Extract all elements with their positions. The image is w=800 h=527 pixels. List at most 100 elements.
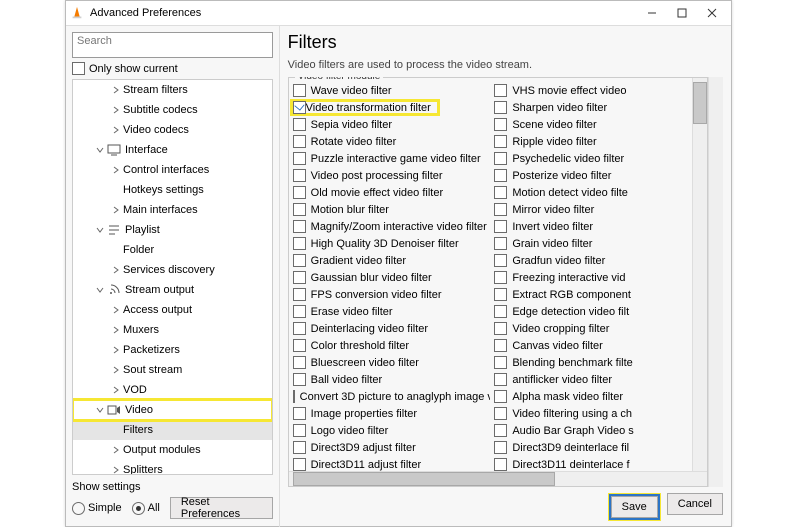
- tree-node[interactable]: Folder: [73, 240, 272, 260]
- filter-checkbox-row[interactable]: Motion blur filter: [293, 201, 491, 218]
- filter-checkbox-row[interactable]: Logo video filter: [293, 422, 491, 439]
- filter-checkbox-row[interactable]: Sepia video filter: [293, 116, 491, 133]
- only-show-current-checkbox[interactable]: [72, 62, 85, 75]
- expand-icon[interactable]: [109, 326, 123, 334]
- tree-node[interactable]: Sout stream: [73, 360, 272, 380]
- tree-node[interactable]: Video codecs: [73, 120, 272, 140]
- checkbox-icon[interactable]: [494, 186, 507, 199]
- checkbox-icon[interactable]: [293, 237, 306, 250]
- checkbox-icon[interactable]: [494, 220, 507, 233]
- expand-icon[interactable]: [109, 346, 123, 354]
- checkbox-icon[interactable]: [494, 237, 507, 250]
- filter-checkbox-row[interactable]: antiflicker video filter: [494, 371, 692, 388]
- checkbox-icon[interactable]: [494, 373, 507, 386]
- checkbox-icon[interactable]: [293, 84, 306, 97]
- expand-icon[interactable]: [93, 286, 107, 294]
- expand-icon[interactable]: [93, 406, 107, 414]
- tree-node[interactable]: Playlist: [73, 220, 272, 240]
- filter-checkbox-row[interactable]: Canvas video filter: [494, 337, 692, 354]
- tree-node[interactable]: Access output: [73, 300, 272, 320]
- vertical-scrollbar[interactable]: [692, 78, 707, 471]
- expand-icon[interactable]: [109, 306, 123, 314]
- expand-icon[interactable]: [93, 226, 107, 234]
- tree-node[interactable]: Output modules: [73, 440, 272, 460]
- checkbox-icon[interactable]: [293, 203, 306, 216]
- checkbox-icon[interactable]: [494, 339, 507, 352]
- filter-checkbox-row[interactable]: VHS movie effect video: [494, 82, 692, 99]
- checkbox-icon[interactable]: [494, 322, 507, 335]
- radio-simple[interactable]: Simple: [72, 502, 122, 515]
- filter-checkbox-row[interactable]: Rotate video filter: [293, 133, 491, 150]
- checkbox-icon[interactable]: [494, 390, 507, 403]
- tree-node[interactable]: Control interfaces: [73, 160, 272, 180]
- filter-checkbox-row[interactable]: Magnify/Zoom interactive video filter: [293, 218, 491, 235]
- filter-checkbox-row[interactable]: Ripple video filter: [494, 133, 692, 150]
- close-button[interactable]: [697, 3, 727, 23]
- filter-checkbox-row[interactable]: Puzzle interactive game video filter: [293, 150, 491, 167]
- panel-scrollbar[interactable]: [708, 77, 723, 487]
- filter-checkbox-row[interactable]: Posterize video filter: [494, 167, 692, 184]
- filter-checkbox-row[interactable]: Sharpen video filter: [494, 99, 692, 116]
- checkbox-icon[interactable]: [494, 101, 507, 114]
- checkbox-icon[interactable]: [293, 339, 306, 352]
- tree-node[interactable]: Stream filters: [73, 80, 272, 100]
- filter-checkbox-row[interactable]: Old movie effect video filter: [293, 184, 491, 201]
- filter-checkbox-row[interactable]: Gradient video filter: [293, 252, 491, 269]
- maximize-button[interactable]: [667, 3, 697, 23]
- filter-checkbox-row[interactable]: Bluescreen video filter: [293, 354, 491, 371]
- filter-checkbox-row[interactable]: High Quality 3D Denoiser filter: [293, 235, 491, 252]
- filter-checkbox-row[interactable]: Video transformation filter: [293, 99, 491, 116]
- expand-icon[interactable]: [109, 86, 123, 94]
- checkbox-icon[interactable]: [293, 441, 306, 454]
- filter-checkbox-row[interactable]: Video post processing filter: [293, 167, 491, 184]
- preferences-tree[interactable]: Stream filtersSubtitle codecsVideo codec…: [72, 79, 273, 475]
- filter-checkbox-row[interactable]: Gradfun video filter: [494, 252, 692, 269]
- horizontal-scrollbar[interactable]: [289, 471, 707, 486]
- filter-checkbox-row[interactable]: Motion detect video filte: [494, 184, 692, 201]
- checkbox-icon[interactable]: [494, 271, 507, 284]
- checkbox-icon[interactable]: [494, 118, 507, 131]
- filter-checkbox-row[interactable]: Ball video filter: [293, 371, 491, 388]
- checkbox-icon[interactable]: [293, 390, 295, 403]
- expand-icon[interactable]: [109, 206, 123, 214]
- tree-node[interactable]: Hotkeys settings: [73, 180, 272, 200]
- tree-node[interactable]: Subtitle codecs: [73, 100, 272, 120]
- filter-checkbox-row[interactable]: Wave video filter: [293, 82, 491, 99]
- checkbox-icon[interactable]: [494, 84, 507, 97]
- tree-node[interactable]: VOD: [73, 380, 272, 400]
- expand-icon[interactable]: [109, 126, 123, 134]
- expand-icon[interactable]: [109, 166, 123, 174]
- expand-icon[interactable]: [93, 146, 107, 154]
- checkbox-icon[interactable]: [494, 458, 507, 471]
- filter-checkbox-row[interactable]: Invert video filter: [494, 218, 692, 235]
- filter-checkbox-row[interactable]: Deinterlacing video filter: [293, 320, 491, 337]
- filter-checkbox-row[interactable]: Mirror video filter: [494, 201, 692, 218]
- expand-icon[interactable]: [109, 106, 123, 114]
- radio-all[interactable]: All: [132, 502, 160, 515]
- filter-checkbox-row[interactable]: Psychedelic video filter: [494, 150, 692, 167]
- filter-checkbox-row[interactable]: Grain video filter: [494, 235, 692, 252]
- checkbox-icon[interactable]: [494, 305, 507, 318]
- filter-checkbox-row[interactable]: Direct3D11 adjust filter: [293, 456, 491, 471]
- filter-checkbox-row[interactable]: Video filtering using a ch: [494, 405, 692, 422]
- filter-checkbox-row[interactable]: FPS conversion video filter: [293, 286, 491, 303]
- checkbox-icon[interactable]: [494, 288, 507, 301]
- checkbox-icon[interactable]: [494, 441, 507, 454]
- filter-checkbox-row[interactable]: Extract RGB component: [494, 286, 692, 303]
- tree-node[interactable]: Packetizers: [73, 340, 272, 360]
- filter-checkbox-row[interactable]: Convert 3D picture to anaglyph image vid…: [293, 388, 491, 405]
- filter-checkbox-row[interactable]: Image properties filter: [293, 405, 491, 422]
- filter-checkbox-row[interactable]: Color threshold filter: [293, 337, 491, 354]
- checkbox-icon[interactable]: [293, 135, 306, 148]
- filter-checkbox-row[interactable]: Gaussian blur video filter: [293, 269, 491, 286]
- tree-node[interactable]: Filters: [73, 420, 272, 440]
- checkbox-icon[interactable]: [494, 203, 507, 216]
- checkbox-icon[interactable]: [494, 135, 507, 148]
- expand-icon[interactable]: [109, 386, 123, 394]
- tree-node[interactable]: Interface: [73, 140, 272, 160]
- expand-icon[interactable]: [109, 466, 123, 474]
- expand-icon[interactable]: [109, 366, 123, 374]
- filter-checkbox-row[interactable]: Freezing interactive vid: [494, 269, 692, 286]
- minimize-button[interactable]: [637, 3, 667, 23]
- checkbox-icon[interactable]: [494, 356, 507, 369]
